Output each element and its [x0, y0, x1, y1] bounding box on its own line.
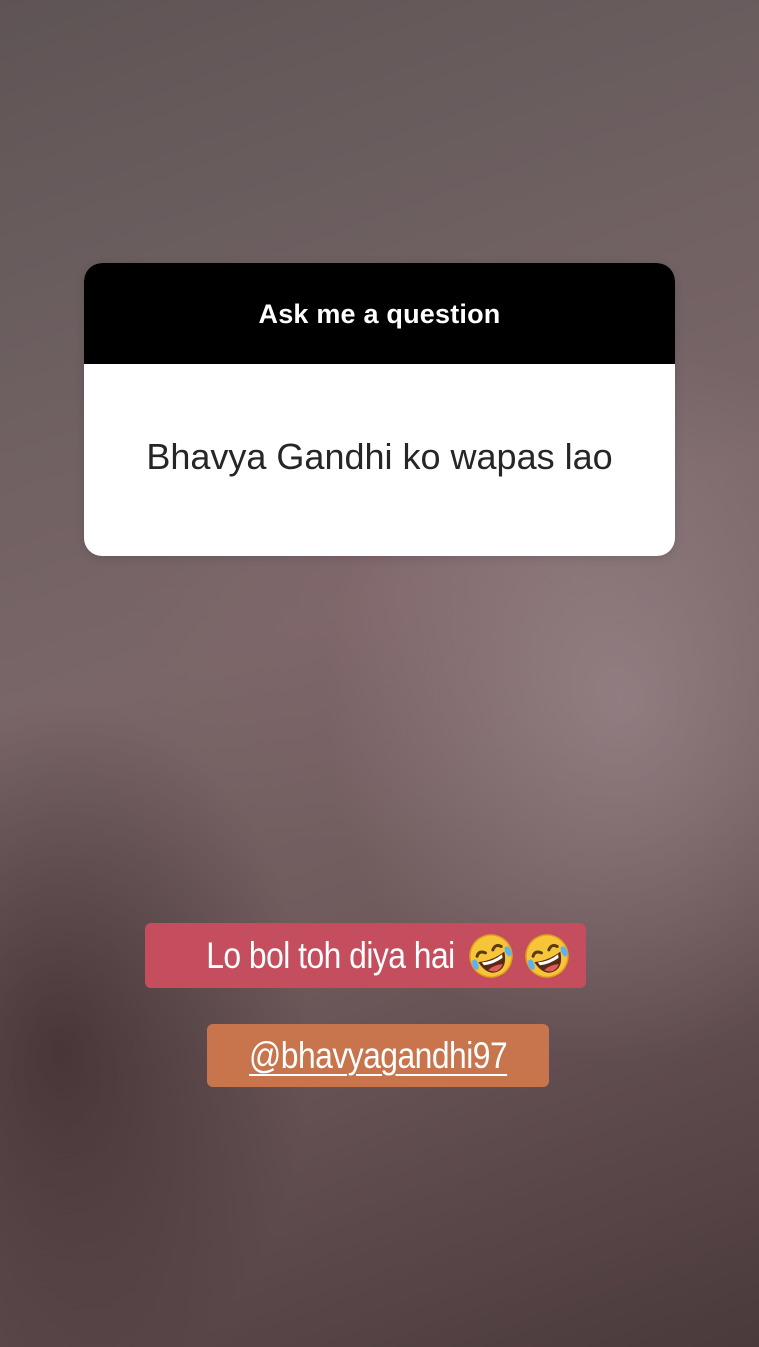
question-answer: Bhavya Gandhi ko wapas lao	[146, 436, 613, 477]
caption-text: Lo bol toh diya hai	[206, 934, 455, 976]
rolling-on-floor-laughing-icon	[525, 934, 569, 978]
question-sticker-header: Ask me a question	[84, 263, 675, 364]
question-sticker: Ask me a question Bhavya Gandhi ko wapas…	[84, 263, 675, 556]
question-sticker-body: Bhavya Gandhi ko wapas lao	[84, 364, 675, 556]
caption-emoji-group	[466, 931, 572, 981]
rolling-on-floor-laughing-icon	[469, 934, 513, 978]
mention-sticker[interactable]: @bhavyagandhi97	[207, 1024, 549, 1087]
mention-handle[interactable]: @bhavyagandhi97	[249, 1035, 508, 1077]
story-canvas: Ask me a question Bhavya Gandhi ko wapas…	[0, 0, 759, 1347]
question-prompt: Ask me a question	[258, 299, 501, 329]
caption-text-pill: Lo bol toh diya hai	[145, 923, 586, 988]
